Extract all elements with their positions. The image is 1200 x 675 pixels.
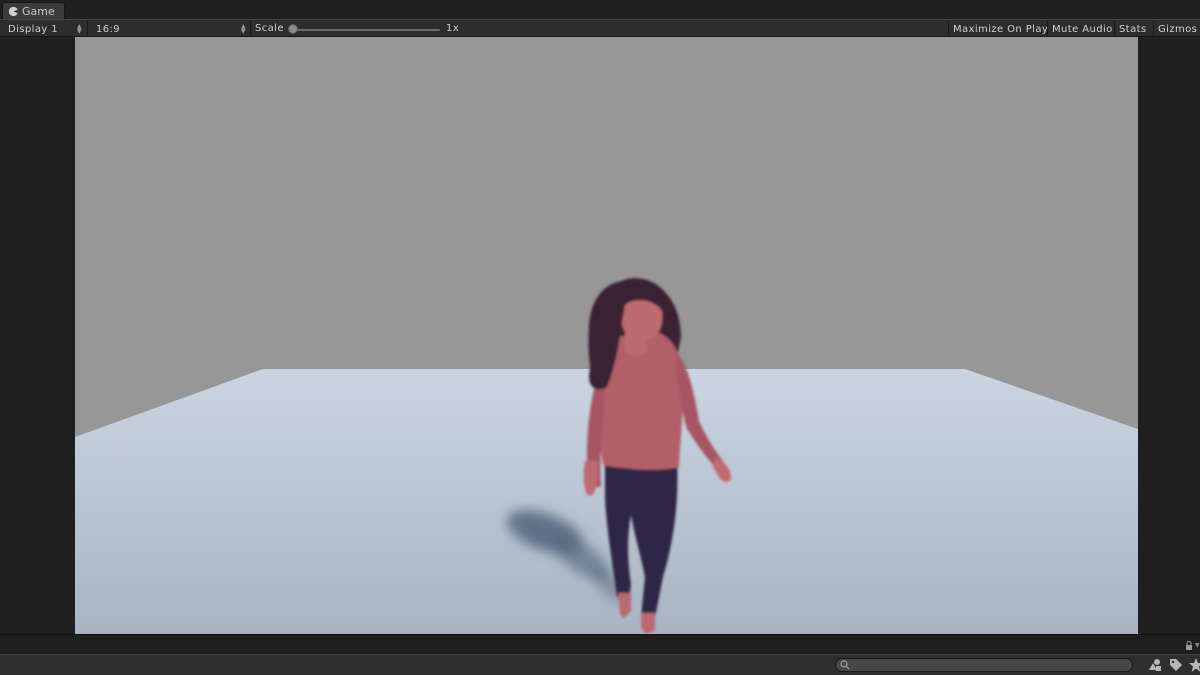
display-dropdown[interactable]: Display 1 ▲ ▼ (0, 21, 86, 37)
lock-icon[interactable] (1185, 641, 1193, 650)
search-field[interactable] (835, 658, 1133, 672)
mute-audio-label: Mute Audio (1052, 23, 1113, 35)
stats-label: Stats (1119, 23, 1147, 35)
shapes-icon[interactable] (1147, 657, 1163, 673)
aspect-dropdown[interactable]: 16:9 ▲ ▼ (88, 21, 250, 37)
gizmos-button[interactable]: Gizmos (1153, 21, 1200, 37)
aspect-label: 16:9 (96, 23, 121, 35)
scale-slider-track[interactable] (292, 29, 440, 31)
display-label: Display 1 (8, 23, 59, 35)
maximize-on-play-label: Maximize On Play (953, 23, 1049, 35)
dropdown-arrows-icon: ▲ ▼ (240, 23, 246, 35)
scale-label: Scale (255, 23, 284, 34)
dropdown-arrows-icon: ▲ ▼ (76, 23, 82, 35)
tab-strip: Game (0, 0, 1200, 19)
tag-icon[interactable] (1168, 657, 1184, 673)
game-toolbar: Display 1 ▲ ▼ 16:9 ▲ ▼ Scale 1x Maximize O… (0, 19, 1200, 37)
panel-divider (0, 634, 1200, 654)
panel-menu-icon[interactable]: ▼ (1195, 642, 1200, 649)
tab-game[interactable]: Game (2, 2, 65, 19)
gizmos-label: Gizmos (1158, 23, 1198, 35)
game-scene (75, 37, 1138, 634)
game-viewport[interactable] (75, 37, 1138, 634)
search-icon (840, 660, 850, 670)
tab-label: Game (22, 4, 55, 18)
project-toolbar (0, 654, 1200, 675)
scale-slider-thumb[interactable] (288, 24, 298, 34)
pacman-icon (8, 6, 18, 16)
toolbar-divider (250, 21, 251, 37)
maximize-on-play-button[interactable]: Maximize On Play (948, 21, 1052, 37)
stats-button[interactable]: Stats (1114, 21, 1151, 37)
scale-value: 1x (446, 23, 460, 34)
mute-audio-button[interactable]: Mute Audio (1047, 21, 1117, 37)
star-icon[interactable] (1188, 657, 1200, 673)
